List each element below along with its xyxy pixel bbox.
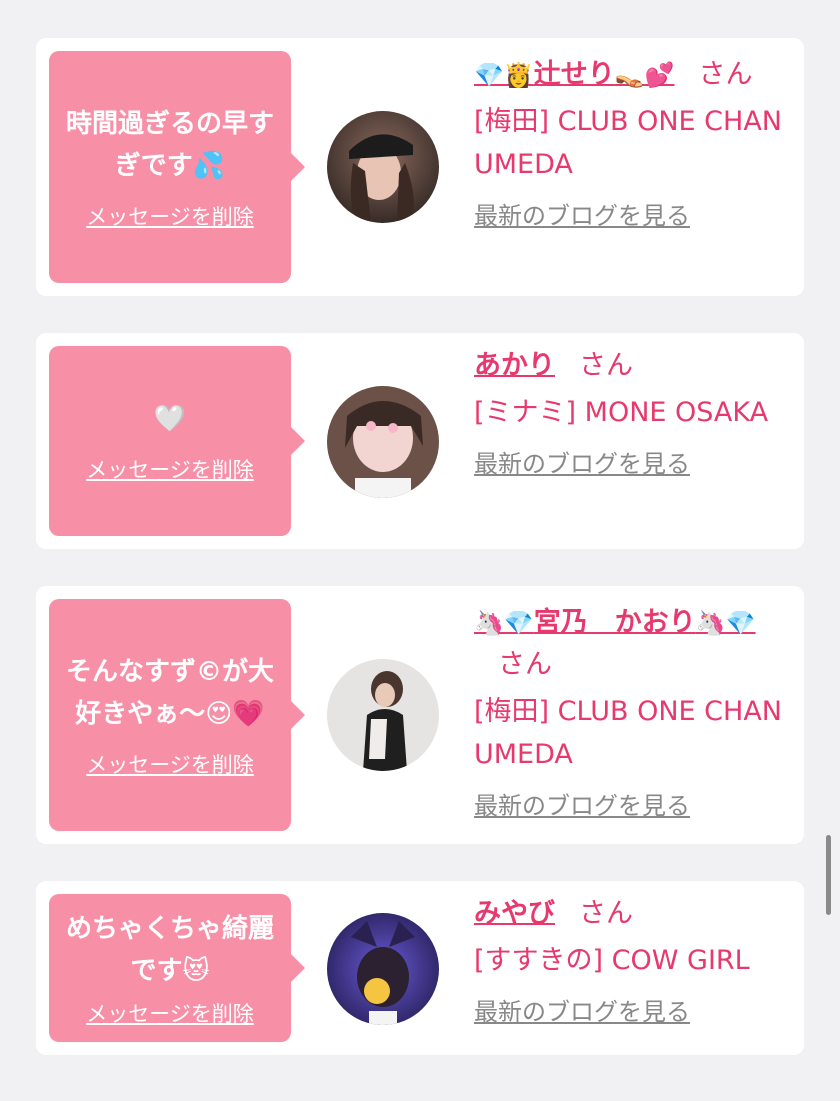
message-text: 時間過ぎるの早す ぎです💦	[65, 109, 274, 181]
sender-name-row: 💎👸辻せり👡💕 さん	[474, 54, 784, 96]
latest-blog-link[interactable]: 最新のブログを見る	[474, 196, 690, 231]
sender-info: 💎👸辻せり👡💕 さん [梅田] CLUB ONE CHAN UMEDA 最新のブロ…	[474, 54, 784, 231]
latest-blog-link[interactable]: 最新のブログを見る	[474, 786, 690, 821]
shop-name: [すすきの] COW GIRL	[474, 945, 750, 976]
sender-name: 辻せり	[533, 59, 615, 90]
sender-name-row: あかり さん	[474, 345, 784, 387]
honorific: さん	[579, 898, 633, 929]
name-prefix-emoji: 🦄💎	[474, 609, 534, 637]
sender-name-link[interactable]: 🦄💎宮乃 かおり🦄💎	[474, 607, 756, 638]
shop-name: [ミナミ] MONE OSAKA	[474, 397, 769, 428]
sender-info: 🦄💎宮乃 かおり🦄💎 さん [梅田] CLUB ONE CHAN UMEDA 最新…	[474, 602, 784, 821]
message-card: 時間過ぎるの早す ぎです💦 メッセージを削除 💎👸辻せり👡💕 さん [梅田] CL…	[36, 38, 804, 296]
honorific: さん	[498, 649, 552, 680]
avatar-photo	[327, 659, 439, 771]
message-text: そんなすず©が大 好きやぁ〜😍💗	[65, 657, 274, 729]
delete-message-link[interactable]: メッセージを削除	[86, 201, 254, 231]
avatar-photo	[327, 386, 439, 498]
delete-message-link[interactable]: メッセージを削除	[86, 998, 254, 1028]
scrollbar[interactable]	[826, 835, 831, 915]
message-card: そんなすず©が大 好きやぁ〜😍💗 メッセージを削除 🦄💎宮乃 かおり🦄💎 さん […	[36, 586, 804, 844]
avatar[interactable]	[327, 111, 439, 223]
sender-info: みやび さん [すすきの] COW GIRL 最新のブログを見る	[474, 893, 784, 1027]
avatar-photo	[327, 111, 439, 223]
sender-info: あかり さん [ミナミ] MONE OSAKA 最新のブログを見る	[474, 345, 784, 479]
avatar-photo	[327, 913, 439, 1025]
message-bubble: そんなすず©が大 好きやぁ〜😍💗 メッセージを削除	[49, 599, 305, 831]
message-text: めちゃくちゃ綺麗 です😻	[65, 914, 274, 986]
sender-name-row: 🦄💎宮乃 かおり🦄💎 さん	[474, 602, 784, 686]
honorific: さん	[579, 350, 633, 381]
sender-name-link[interactable]: みやび	[474, 898, 555, 929]
message-bubble: 時間過ぎるの早す ぎです💦 メッセージを削除	[49, 51, 305, 283]
shop-name: [梅田] CLUB ONE CHAN UMEDA	[474, 696, 782, 770]
shop-name: [梅田] CLUB ONE CHAN UMEDA	[474, 106, 782, 180]
message-bubble: めちゃくちゃ綺麗 です😻 メッセージを削除	[49, 894, 305, 1042]
sender-name: 宮乃 かおり	[533, 607, 696, 638]
sender-name-row: みやび さん	[474, 893, 784, 935]
message-bubble: 🤍 メッセージを削除	[49, 346, 305, 536]
delete-message-link[interactable]: メッセージを削除	[86, 454, 254, 484]
name-prefix-emoji: 💎👸	[474, 61, 534, 89]
sender-name-link[interactable]: あかり	[474, 350, 555, 381]
avatar[interactable]	[327, 913, 439, 1025]
sender-name: みやび	[474, 898, 555, 929]
message-card: 🤍 メッセージを削除 あかり さん [ミナミ] MONE OSAKA 最新のブログ…	[36, 333, 804, 549]
latest-blog-link[interactable]: 最新のブログを見る	[474, 444, 690, 479]
delete-message-link[interactable]: メッセージを削除	[86, 749, 254, 779]
latest-blog-link[interactable]: 最新のブログを見る	[474, 992, 690, 1027]
message-card: めちゃくちゃ綺麗 です😻 メッセージを削除 みやび さん [すすきの] COW G…	[36, 881, 804, 1055]
name-suffix-emoji: 👡💕	[614, 61, 675, 89]
honorific: さん	[698, 59, 753, 90]
message-text: 🤍	[153, 404, 187, 434]
name-suffix-emoji: 🦄💎	[695, 609, 756, 637]
avatar[interactable]	[327, 659, 439, 771]
sender-name: あかり	[474, 350, 555, 381]
sender-name-link[interactable]: 💎👸辻せり👡💕	[474, 59, 675, 90]
avatar[interactable]	[327, 386, 439, 498]
